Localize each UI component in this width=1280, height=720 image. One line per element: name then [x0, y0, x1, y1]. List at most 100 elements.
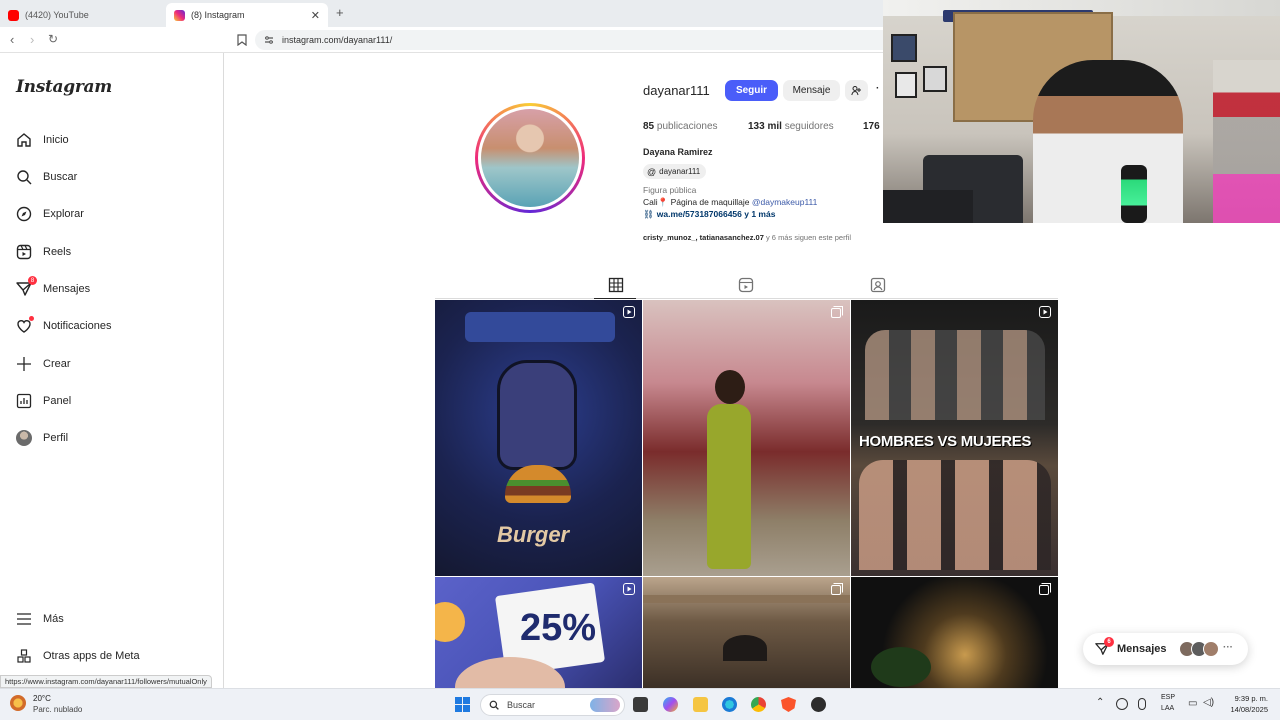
clock-time[interactable]: 9:39 p. m. [1226, 694, 1268, 703]
sidebar-item-label: Mensajes [43, 283, 91, 295]
start-button-icon[interactable] [455, 697, 470, 712]
plus-icon [17, 357, 31, 371]
following-count: 176 [863, 121, 880, 132]
tab-youtube[interactable]: (4420) YouTube [0, 3, 165, 27]
mutual-followers[interactable]: cristy_munoz_, tatianasanchez.07 y 6 más… [643, 233, 851, 242]
language-top[interactable]: ESP [1161, 694, 1175, 701]
microphone-icon[interactable] [1138, 698, 1146, 710]
profile-link[interactable]: ⛓ wa.me/573187066456 y 1 más [643, 209, 775, 220]
task-view-icon[interactable] [633, 697, 648, 712]
forward-icon[interactable]: › [30, 32, 34, 47]
message-button[interactable]: Mensaje [783, 80, 840, 101]
sidebar-item-crear[interactable]: Crear [16, 353, 71, 375]
sidebar-item-label: Perfil [43, 432, 69, 444]
reels-tab-icon[interactable] [738, 277, 754, 293]
link-icon: ⛓ [643, 209, 654, 219]
brave-icon[interactable] [781, 697, 796, 712]
search-icon [17, 170, 32, 185]
sidebar-item-inicio[interactable]: Inicio [16, 129, 69, 151]
chevron-up-icon[interactable]: ⌃ [1096, 697, 1104, 708]
sidebar-item-notificaciones[interactable]: Notificaciones [16, 315, 111, 337]
threads-handle: dayanar111 [659, 167, 701, 176]
reel-indicator-icon [1039, 306, 1051, 318]
close-tab-icon[interactable]: ✕ [311, 9, 320, 22]
post-overlay-text: Burger [497, 522, 570, 547]
app-icon[interactable] [811, 697, 826, 712]
post-tile[interactable]: Burger [435, 300, 642, 576]
post-tile[interactable]: HOMBRES VS MUJERES [851, 300, 1058, 576]
reload-icon[interactable]: ↻ [48, 32, 58, 46]
sidebar-item-label: Buscar [43, 171, 78, 183]
bio-mention-link[interactable]: @daymakeup111 [752, 197, 818, 207]
sidebar-item-mensajes[interactable]: 8 Mensajes [16, 276, 91, 300]
reel-indicator-icon [623, 583, 635, 595]
carousel-indicator-icon [831, 583, 843, 595]
sidebar-item-label: Panel [43, 395, 72, 407]
address-bar[interactable]: instagram.com/dayanar111/ [255, 30, 895, 50]
copilot-icon[interactable] [663, 697, 678, 712]
post-tile[interactable] [643, 300, 850, 576]
bookmark-icon[interactable] [237, 34, 247, 46]
sidebar-item-label: Más [43, 613, 64, 625]
volume-icon[interactable]: ◁) [1203, 697, 1214, 708]
clock-date[interactable]: 14/08/2025 [1222, 705, 1268, 714]
tagged-tab-icon[interactable] [870, 277, 886, 293]
profile-avatar[interactable] [475, 103, 585, 213]
follow-button[interactable]: Seguir [725, 80, 778, 101]
instagram-logo[interactable]: Instagram [16, 77, 112, 97]
edge-icon[interactable] [722, 697, 737, 712]
posts-stat[interactable]: 85 publicaciones [643, 121, 718, 132]
sidebar-item-explorar[interactable]: Explorar [16, 203, 84, 225]
profile-full-name: Dayana Ramirez [643, 147, 713, 157]
sidebar-item-panel[interactable]: Panel [16, 390, 71, 412]
followers-stat[interactable]: 133 mil seguidores [748, 121, 834, 132]
following-stat[interactable]: 176 [863, 121, 880, 132]
posts-grid-tab-icon[interactable] [608, 277, 624, 293]
network-icon[interactable]: ▭ [1188, 698, 1197, 709]
suggest-user-button[interactable] [845, 80, 868, 101]
new-tab-icon[interactable]: + [336, 5, 344, 20]
avatar-icon [16, 430, 32, 446]
floating-messages-button[interactable]: 6 Mensajes ··· [1083, 633, 1248, 665]
weather-icon[interactable] [10, 695, 26, 711]
meta-apps-icon [17, 649, 31, 663]
mutual-suffix: y 6 más siguen este perfil [763, 233, 852, 242]
compass-icon [16, 206, 32, 222]
messages-badge: 8 [28, 276, 37, 285]
sidebar-item-label: Inicio [43, 134, 69, 146]
sidebar-item-perfil[interactable]: Perfil [16, 427, 68, 449]
chart-icon [16, 393, 32, 409]
sidebar-item-mas[interactable]: Más [16, 608, 64, 630]
reel-indicator-icon [623, 306, 635, 318]
file-explorer-icon[interactable] [693, 697, 708, 712]
chrome-icon[interactable] [751, 697, 766, 712]
sidebar-item-meta-apps[interactable]: Otras apps de Meta [16, 645, 140, 667]
post-overlay-text: HOMBRES VS MUJERES [859, 433, 1032, 450]
tab-label: (4420) YouTube [25, 10, 89, 20]
sidebar-item-buscar[interactable]: Buscar [16, 166, 77, 188]
post-overlay-text: 25% [520, 607, 597, 649]
home-icon [17, 133, 31, 147]
taskbar-search-placeholder: Buscar [507, 700, 536, 710]
profile-link-text: wa.me/573187066456 y 1 más [656, 209, 776, 219]
threads-badge[interactable]: @ dayanar111 [643, 164, 707, 179]
tab-instagram[interactable]: (8) Instagram ✕ [166, 3, 328, 27]
weather-temp[interactable]: 20°C [33, 694, 51, 703]
followers-count: 133 mil [748, 121, 782, 132]
profile-category: Figura pública [643, 185, 697, 195]
more-icon: ··· [1223, 642, 1233, 653]
sidebar-item-label: Otras apps de Meta [43, 650, 140, 662]
profile-bio: Cali📍 Página de maquillaje @daymakeup111 [643, 197, 817, 208]
sync-icon[interactable] [1116, 698, 1128, 710]
back-icon[interactable]: ‹ [10, 32, 14, 47]
sidebar-item-reels[interactable]: Reels [16, 241, 71, 263]
language-bottom[interactable]: LAA [1161, 705, 1174, 712]
mutual-names: cristy_munoz_, tatianasanchez.07 [643, 233, 764, 242]
post-tile[interactable] [643, 577, 850, 688]
post-tile[interactable] [851, 577, 1058, 688]
site-settings-icon[interactable] [264, 35, 274, 45]
weather-desc[interactable]: Parc. nublado [33, 705, 82, 714]
taskbar-search[interactable]: Buscar [480, 694, 625, 716]
post-tile[interactable]: 25% [435, 577, 642, 688]
more-options-icon[interactable]: · [876, 83, 879, 94]
